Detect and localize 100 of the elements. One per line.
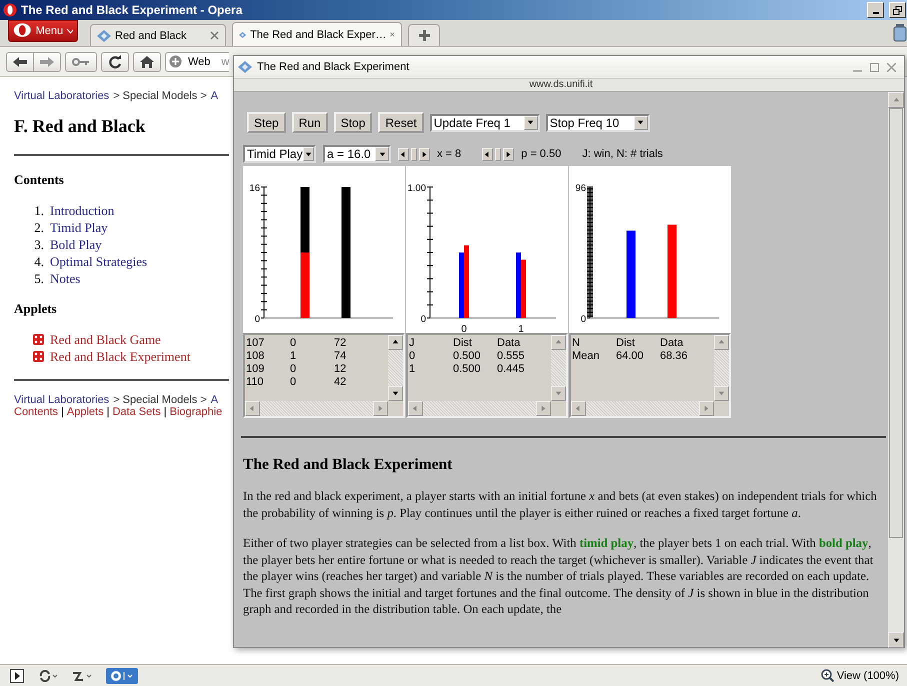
down-arrow-icon: [304, 150, 313, 158]
table-cell-text: N: [572, 337, 581, 350]
breadcrumb-link[interactable]: Virtual Laboratories: [14, 394, 110, 406]
page-icon: [238, 61, 252, 73]
right-arrow-icon: [420, 150, 429, 158]
bar: [300, 187, 310, 252]
tick-label: 16: [249, 183, 260, 194]
address-field[interactable]: w: [218, 52, 230, 72]
chapter-link[interactable]: Notes: [50, 270, 80, 286]
footer-link[interactable]: Applets: [66, 406, 104, 418]
chapter-link[interactable]: Introduction: [50, 202, 114, 218]
table-cell-text: 0: [409, 350, 416, 363]
footer-link[interactable]: Data Sets: [112, 406, 161, 418]
dice-icon: [33, 334, 44, 345]
reload-button[interactable]: [101, 52, 129, 72]
dice-icon: [33, 351, 44, 362]
chapter-link[interactable]: Bold Play: [50, 236, 102, 252]
scroll-left-button[interactable]: [398, 148, 409, 160]
close-icon[interactable]: [390, 30, 395, 39]
parameter-label: x = 8: [437, 148, 462, 160]
panel-toggle-icon[interactable]: [10, 668, 24, 682]
home-button[interactable]: [133, 52, 161, 72]
chapter-link[interactable]: Optimal Strategies: [50, 254, 148, 270]
key-icon: [72, 58, 90, 66]
button[interactable]: Step: [247, 112, 286, 133]
section-heading: Contents: [14, 172, 64, 188]
tick-label: 0: [254, 314, 260, 325]
table-cell-text: 0.445: [497, 363, 526, 376]
table-cell-text: Dist: [453, 337, 473, 350]
home-icon: [140, 56, 154, 68]
tick-label: 0: [420, 314, 426, 325]
breadcrumb-link[interactable]: A: [210, 394, 218, 406]
scroll-up-button[interactable]: [388, 335, 403, 350]
back-button[interactable]: [6, 52, 34, 72]
footer-link[interactable]: Biographie: [170, 406, 222, 418]
table-cell-text: 0.500: [453, 363, 482, 376]
minimize-button[interactable]: [867, 2, 884, 18]
table-cell-text: 72: [334, 337, 348, 350]
list-number: 5.: [33, 270, 44, 286]
parameter-label: p = 0.50: [521, 148, 562, 160]
down-arrow-icon: [892, 636, 900, 644]
scrollbar-thumb[interactable]: [495, 148, 502, 160]
table-cell-text: 12: [334, 363, 348, 376]
close-icon[interactable]: [887, 62, 896, 72]
breadcrumb-link[interactable]: A: [210, 90, 218, 102]
table-cell-text: 42: [334, 376, 348, 389]
scroll-right-button[interactable]: [503, 148, 514, 160]
list-number: 4.: [33, 254, 44, 270]
table-cell-text: J: [409, 337, 416, 350]
table-cell-text: 0.500: [453, 350, 482, 363]
up-arrow-icon: [892, 96, 900, 104]
section-heading: Applets: [14, 301, 57, 317]
footer-link[interactable]: Contents: [14, 406, 58, 418]
breadcrumb-link[interactable]: Virtual Laboratories: [14, 90, 110, 102]
url-label: www.ds.unifi.it: [234, 78, 904, 92]
zoom-icon[interactable]: [820, 669, 834, 682]
maximize-icon[interactable]: [870, 62, 879, 72]
scrollbar-thumb[interactable]: [411, 148, 417, 160]
button[interactable]: Reset: [378, 112, 424, 133]
bar: [300, 252, 310, 318]
window-title: The Red and Black Experiment - Opera: [21, 3, 244, 17]
menu-button[interactable]: Menu: [8, 20, 78, 42]
dropdown[interactable]: a = 16.0: [323, 145, 391, 163]
dropdown[interactable]: Stop Freq 10: [546, 114, 650, 132]
table-cell-text: 107: [246, 337, 266, 350]
close-icon[interactable]: [210, 31, 219, 40]
button[interactable]: Stop: [334, 112, 372, 133]
tick-label: 96: [575, 183, 586, 194]
restore-button[interactable]: [889, 2, 906, 18]
new-tab-button[interactable]: [408, 24, 440, 46]
browser-tab[interactable]: Red and Black: [90, 24, 226, 46]
list-number: 2.: [33, 220, 44, 236]
sync-icon[interactable]: [38, 670, 58, 682]
paragraph: In the red and black experiment, a player starts with an initial fortune x and bets (at even stakes) on independent trials for which the probability of winning is p. Play continues until the player is either ruined or reaches a fixed target fortune a.: [243, 488, 878, 521]
table-cell-text: 109: [246, 363, 266, 376]
button[interactable]: Run: [292, 112, 328, 133]
scroll-right-button[interactable]: [419, 148, 430, 160]
scroll-left-button[interactable]: [482, 148, 494, 160]
scroll-down-button[interactable]: [388, 386, 403, 401]
scroll-down-button[interactable]: [888, 632, 904, 648]
speed-dial-button[interactable]: [106, 668, 138, 684]
chapter-link[interactable]: Timid Play: [50, 220, 108, 236]
dropdown[interactable]: Timid Play: [243, 145, 316, 163]
search-engine-button[interactable]: Web: [165, 52, 220, 72]
applet-link[interactable]: Red and Black Game: [50, 332, 161, 348]
vertical-scrollbar[interactable]: [888, 92, 904, 648]
table-cell-text: 108: [246, 350, 266, 363]
browser-tab[interactable]: The Red and Black Exper…: [232, 22, 402, 46]
table-cell-text: Data: [497, 337, 522, 350]
list-number: 3.: [33, 236, 44, 252]
browser-logo-icon: [3, 3, 17, 17]
zoom-level[interactable]: View (100%): [836, 670, 899, 682]
table-cell-text: 1: [409, 363, 416, 376]
article-heading: The Red and Black Experiment: [243, 456, 454, 474]
table-cell-text: 0: [290, 363, 298, 376]
applet-link[interactable]: Red and Black Experiment: [50, 348, 190, 364]
table-cell-text: 0: [290, 337, 298, 350]
table-cell-text: Mean: [572, 350, 601, 363]
category-label: 0: [461, 324, 467, 333]
dropdown[interactable]: Update Freq 1: [430, 114, 540, 132]
